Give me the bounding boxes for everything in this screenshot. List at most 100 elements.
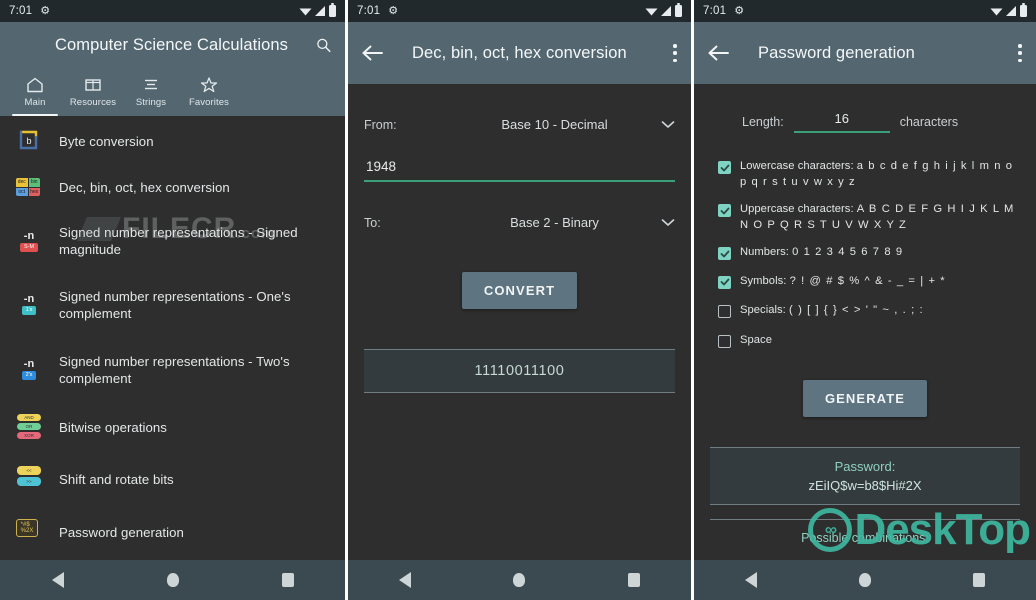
convert-button-wrap: CONVERT: [348, 272, 691, 309]
android-nav-bar: [694, 560, 1036, 600]
list-item-label: Byte conversion: [59, 133, 154, 149]
option-uppercase[interactable]: Uppercase characters: A B C D E F G H I …: [694, 202, 1036, 233]
convert-button[interactable]: CONVERT: [461, 272, 578, 309]
calculation-list: b Byte conversion dec bin oct hex Dec, b…: [0, 116, 345, 560]
conversion-body: From: Base 10 - Decimal 1948 To: Base 2 …: [348, 84, 691, 560]
wifi-icon: [299, 8, 312, 16]
option-specials-text: Specials: ( ) [ ] { } < > ' " ~ , . ; :: [740, 303, 924, 319]
hamburger-menu-icon[interactable]: [14, 38, 29, 53]
password-result: Password: zEiIQ$w=b8$Hi#2X: [710, 447, 1020, 505]
checkbox-numbers[interactable]: [718, 247, 731, 260]
svg-text:b: b: [26, 136, 31, 146]
icon-pill: OR: [17, 423, 41, 430]
chevron-down-icon[interactable]: [661, 218, 675, 227]
nav-recents-icon[interactable]: [627, 573, 640, 587]
gear-icon: ⚙: [388, 4, 399, 17]
generate-button[interactable]: GENERATE: [802, 380, 928, 417]
list-item-password-generation[interactable]: *#$ %2X Password generation: [0, 506, 345, 558]
list-item-bitwise-operations[interactable]: AND OR XOR Bitwise operations: [0, 402, 345, 452]
nav-back-icon[interactable]: [745, 572, 757, 588]
page-title: Password generation: [758, 43, 915, 62]
status-bar-indicators: [299, 3, 336, 17]
check-icon: [720, 164, 729, 171]
nav-recents-icon[interactable]: [973, 573, 985, 587]
option-uppercase-label: Uppercase characters:: [740, 203, 854, 215]
password-result-value: zEiIQ$w=b8$Hi#2X: [808, 478, 922, 493]
list-item-label: Bitwise operations: [59, 419, 167, 435]
length-unit: characters: [899, 114, 959, 129]
to-base-selector[interactable]: To: Base 2 - Binary: [348, 215, 691, 230]
icon-pill: <<: [17, 466, 41, 475]
option-specials[interactable]: Specials: ( ) [ ] { } < > ' " ~ , . ; :: [694, 303, 1036, 319]
length-row: Length: 16 characters: [694, 110, 1036, 133]
search-icon[interactable]: [316, 35, 331, 55]
option-symbols-label: Symbols:: [740, 274, 787, 287]
conversion-result-value: 11110011100: [474, 363, 565, 379]
nav-back-icon[interactable]: [51, 572, 64, 588]
list-item-ones-complement[interactable]: -n 1's Signed number representations - O…: [0, 272, 345, 337]
kebab-menu-icon[interactable]: [1018, 44, 1022, 62]
from-base-selector[interactable]: From: Base 10 - Decimal: [348, 117, 691, 132]
signal-icon: [315, 6, 325, 16]
option-lowercase-label: Lowercase characters:: [740, 160, 854, 172]
checkbox-uppercase[interactable]: [718, 204, 731, 217]
tab-favorites[interactable]: Favorites: [180, 68, 238, 116]
checkbox-space[interactable]: [718, 334, 731, 348]
conversion-result: 11110011100: [364, 349, 675, 393]
checkbox-lowercase[interactable]: [718, 161, 731, 174]
signal-icon: [661, 6, 671, 16]
password-key-icon: *#$ %2X: [16, 519, 42, 545]
option-symbols-charset: ? ! @ # $ % ^ & - _ = | + *: [789, 274, 946, 287]
list-item-label: Dec, bin, oct, hex conversion: [59, 179, 230, 195]
bitwise-icon: AND OR XOR: [16, 414, 42, 440]
list-item-label: Signed number representations - Two's co…: [59, 353, 290, 386]
tab-main-label: Main: [24, 97, 46, 108]
list-item-dec-bin-oct-hex[interactable]: dec bin oct hex Dec, bin, oct, hex conve…: [0, 164, 345, 210]
wifi-icon: [645, 8, 658, 16]
option-space[interactable]: Space: [694, 333, 1036, 349]
nav-home-icon[interactable]: [513, 573, 526, 587]
check-icon: [720, 207, 729, 214]
tab-strings[interactable]: Strings: [122, 68, 180, 116]
signed-magnitude-icon: -n S-M: [16, 228, 42, 254]
icon-pill: AND: [17, 414, 41, 421]
length-input[interactable]: 16: [793, 110, 890, 133]
nav-home-icon[interactable]: [859, 573, 871, 587]
twos-complement-icon: -n 2's: [16, 357, 42, 383]
option-numbers-label: Numbers:: [740, 246, 789, 258]
chevron-down-icon[interactable]: [661, 120, 675, 129]
home-icon: [27, 77, 43, 93]
combinations-label: Possible combinations:: [801, 531, 929, 545]
option-lowercase[interactable]: Lowercase characters: a b c d e f g h i …: [694, 159, 1036, 190]
checkbox-specials[interactable]: [718, 305, 731, 318]
option-symbols-text: Symbols: ? ! @ # $ % ^ & - _ = | + *: [740, 274, 946, 290]
list-item-shift-rotate-bits[interactable]: << >> Shift and rotate bits: [0, 452, 345, 506]
screen-main: 7:01 ⚙ Computer Science Calculations Mai…: [0, 0, 345, 600]
back-arrow-icon[interactable]: [708, 44, 730, 62]
page-title: Computer Science Calculations: [54, 35, 289, 54]
tab-resources[interactable]: Resources: [64, 68, 122, 116]
tab-favorites-label: Favorites: [189, 97, 229, 108]
status-bar-indicators: [645, 3, 682, 17]
list-item-byte-conversion[interactable]: b Byte conversion: [0, 118, 345, 164]
kebab-menu-icon[interactable]: [673, 44, 677, 62]
app-bar: Password generation: [694, 22, 1036, 84]
icon-pill: XOR: [17, 432, 41, 439]
nav-back-icon[interactable]: [399, 572, 412, 588]
back-arrow-icon[interactable]: [362, 44, 384, 62]
list-item-twos-complement[interactable]: -n 2's Signed number representations - T…: [0, 337, 345, 402]
value-input[interactable]: 1948: [364, 156, 675, 182]
screen-password-generation: 7:01 ⚙ Password generation Length: 16 ch…: [694, 0, 1036, 600]
list-item-signed-magnitude[interactable]: -n S-M Signed number representations - S…: [0, 210, 345, 272]
from-label: From:: [364, 117, 397, 132]
option-numbers[interactable]: Numbers: 0 1 2 3 4 5 6 7 8 9: [694, 245, 1036, 261]
from-value: Base 10 - Decimal: [501, 117, 608, 132]
option-symbols[interactable]: Symbols: ? ! @ # $ % ^ & - _ = | + *: [694, 274, 1036, 290]
checkbox-symbols[interactable]: [718, 275, 731, 289]
app-bar-row: Password generation: [694, 22, 1036, 84]
nav-recents-icon[interactable]: [281, 573, 294, 587]
nav-home-icon[interactable]: [166, 573, 179, 587]
tab-main[interactable]: Main: [6, 68, 64, 116]
option-numbers-text: Numbers: 0 1 2 3 4 5 6 7 8 9: [740, 245, 903, 261]
star-icon: [200, 77, 218, 93]
